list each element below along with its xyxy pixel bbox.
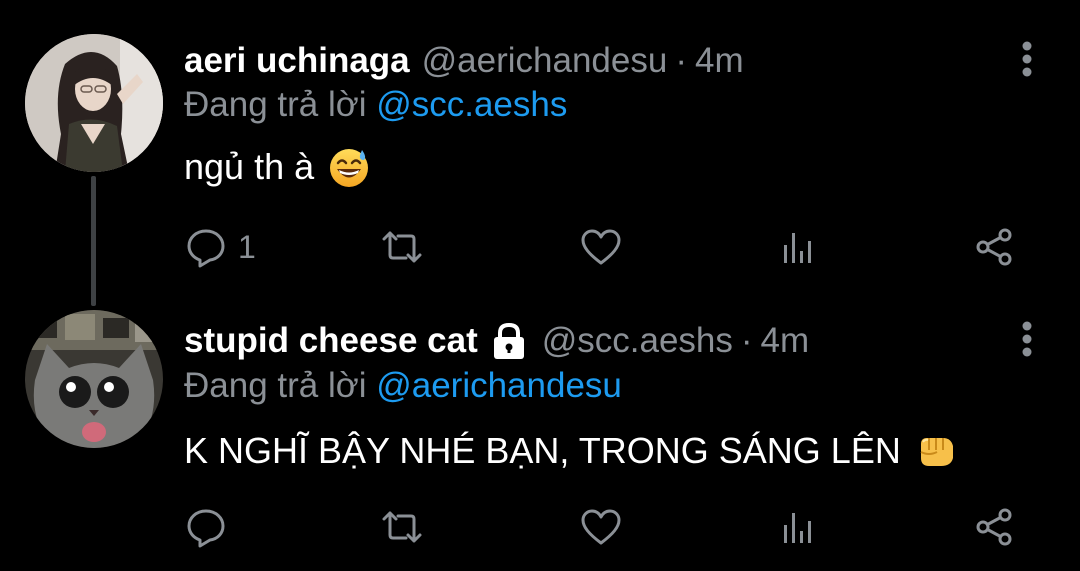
tweet-actions: 1 (184, 222, 1020, 272)
reply-button[interactable]: 1 (184, 222, 256, 272)
tweet[interactable]: stupid cheese cat @scc.aeshs · 4m Đang t… (0, 290, 1080, 571)
display-name[interactable]: aeri uchinaga (184, 41, 410, 81)
share-icon (972, 225, 1016, 269)
separator-dot: · (675, 41, 687, 80)
analytics-button[interactable] (776, 502, 820, 552)
replying-to: Đang trả lời @scc.aeshs (184, 85, 567, 125)
analytics-icon (776, 505, 820, 549)
separator-dot: · (740, 321, 753, 360)
oncoming-fist-emoji-icon (915, 430, 957, 472)
avatar[interactable] (25, 34, 163, 172)
avatar[interactable] (25, 310, 163, 448)
replying-to-mention[interactable]: @scc.aeshs (376, 85, 567, 124)
like-icon (579, 225, 623, 269)
grinning-face-with-sweat-emoji-icon (328, 146, 370, 188)
tweet[interactable]: aeri uchinaga @aerichandesu · 4m Đang tr… (0, 0, 1080, 290)
tweet-header: stupid cheese cat @scc.aeshs · 4m (184, 318, 1000, 364)
share-icon (972, 505, 1016, 549)
timestamp[interactable]: 4m (695, 41, 744, 81)
reply-count: 1 (238, 228, 256, 265)
replying-to: Đang trả lời @aerichandesu (184, 366, 622, 406)
timestamp[interactable]: 4m (761, 321, 810, 361)
avatar-image (25, 310, 163, 448)
like-button[interactable] (579, 222, 633, 272)
analytics-button[interactable] (776, 222, 820, 272)
tweet-body: ngủ th à (184, 146, 315, 187)
like-icon (579, 505, 623, 549)
replying-to-prefix: Đang trả lời (184, 366, 367, 405)
reply-icon (184, 505, 228, 549)
tweet-text: K NGHĨ BẬY NHÉ BẠN, TRONG SÁNG LÊN (184, 430, 957, 472)
replying-to-mention[interactable]: @aerichandesu (376, 366, 622, 405)
replying-to-prefix: Đang trả lời (184, 85, 367, 124)
reply-button[interactable] (184, 502, 238, 552)
retweet-icon (380, 225, 424, 269)
avatar-image (25, 34, 163, 172)
retweet-button[interactable] (380, 502, 434, 552)
like-button[interactable] (579, 502, 633, 552)
more-options-icon[interactable] (1020, 319, 1034, 359)
tweet-actions (184, 502, 1020, 552)
share-button[interactable] (972, 222, 1016, 272)
handle[interactable]: @scc.aeshs (542, 321, 733, 361)
reply-icon (184, 225, 228, 269)
lock-icon (488, 320, 530, 362)
display-name[interactable]: stupid cheese cat (184, 321, 478, 361)
handle[interactable]: @aerichandesu (422, 41, 668, 81)
tweet-body: K NGHĨ BẬY NHÉ BẠN, TRONG SÁNG LÊN (184, 430, 901, 471)
tweet-header: aeri uchinaga @aerichandesu · 4m (184, 38, 1000, 84)
retweet-button[interactable] (380, 222, 434, 272)
retweet-icon (380, 505, 424, 549)
tweet-text: ngủ th à (184, 146, 370, 188)
more-options-icon[interactable] (1020, 39, 1034, 79)
analytics-icon (776, 225, 820, 269)
share-button[interactable] (972, 502, 1016, 552)
